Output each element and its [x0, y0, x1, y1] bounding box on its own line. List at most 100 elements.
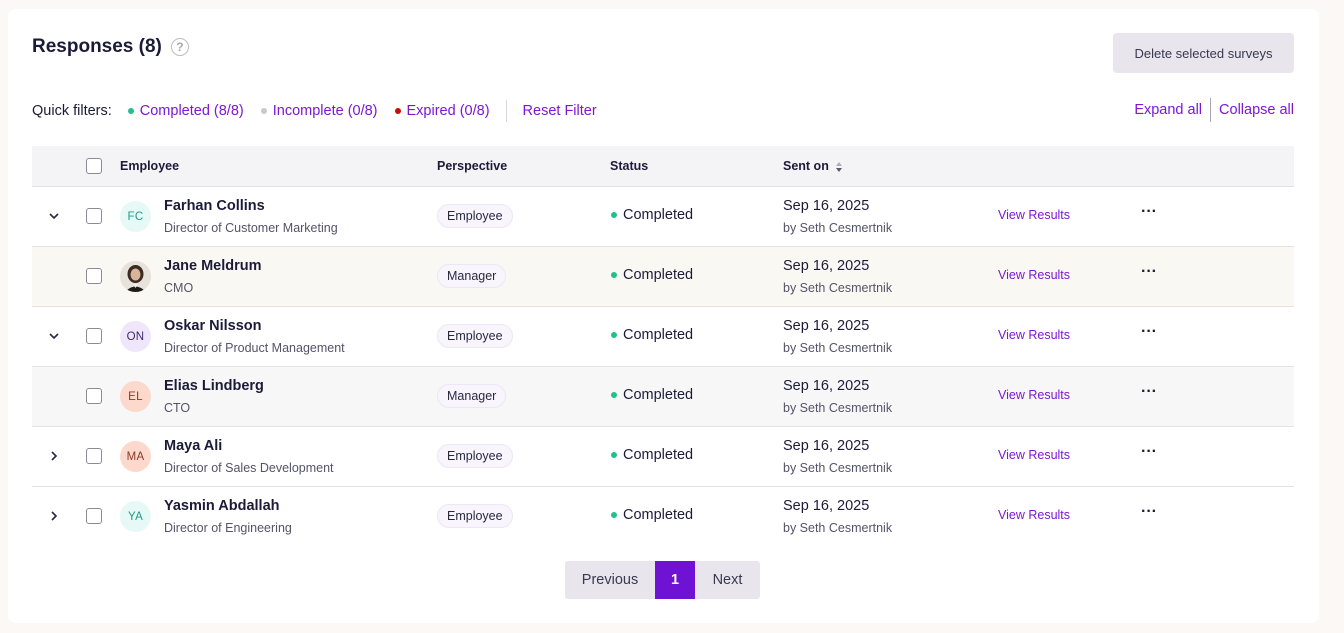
avatar: FC	[120, 201, 151, 232]
view-results-link[interactable]: View Results	[998, 268, 1070, 282]
status-dot-icon	[611, 272, 617, 278]
row-checkbox[interactable]	[86, 268, 102, 284]
sent-date: Sep 16, 2025	[783, 378, 870, 394]
employee-name: Yasmin Abdallah	[164, 498, 280, 514]
perspective-badge: Employee	[437, 504, 513, 528]
sent-date: Sep 16, 2025	[783, 318, 870, 334]
avatar: ON	[120, 321, 151, 352]
page-1-button[interactable]: 1	[655, 561, 695, 599]
chevron-right-icon[interactable]	[47, 509, 61, 523]
filter-expired[interactable]: Expired (0/8)	[394, 103, 490, 119]
status-dot-icon	[611, 212, 617, 218]
more-options-icon[interactable]: ···	[1140, 204, 1158, 224]
row-checkbox[interactable]	[86, 328, 102, 344]
status-dot-icon	[611, 392, 617, 398]
view-results-link[interactable]: View Results	[998, 388, 1070, 402]
view-results-link[interactable]: View Results	[998, 328, 1070, 342]
delete-selected-surveys-button[interactable]: Delete selected surveys	[1113, 33, 1294, 73]
employee-name: Farhan Collins	[164, 198, 265, 214]
sent-date: Sep 16, 2025	[783, 498, 870, 514]
filter-completed-label: Completed (8/8)	[139, 103, 244, 119]
avatar: YA	[120, 501, 151, 532]
status-text: Completed	[623, 267, 694, 283]
table-row[interactable]: MA Maya Ali Director of Sales Developmen…	[32, 427, 1294, 487]
status-badge: Completed	[611, 447, 693, 463]
column-status: Status	[610, 159, 649, 173]
next-page-button[interactable]: Next	[695, 561, 760, 599]
column-sent-on[interactable]: Sent on	[783, 159, 843, 173]
select-all-checkbox[interactable]	[86, 158, 102, 174]
view-results-link[interactable]: View Results	[998, 448, 1070, 462]
sort-icon	[835, 161, 842, 172]
sent-by: by Seth Cesmertnik	[783, 401, 893, 415]
sent-by: by Seth Cesmertnik	[783, 341, 893, 355]
employee-role: Director of Sales Development	[164, 461, 334, 475]
avatar: EL	[120, 381, 151, 412]
employee-role: Director of Product Management	[164, 341, 345, 355]
more-options-icon[interactable]: ···	[1140, 384, 1158, 404]
row-checkbox[interactable]	[86, 508, 102, 524]
page-title: Responses (8) ?	[32, 36, 189, 58]
quick-filters-label: Quick filters:	[32, 103, 112, 119]
pagination: Previous 1 Next	[565, 561, 760, 599]
view-results-link[interactable]: View Results	[998, 208, 1070, 222]
chevron-down-icon[interactable]	[47, 209, 61, 223]
filter-incomplete-label: Incomplete (0/8)	[272, 103, 378, 119]
perspective-badge: Employee	[437, 444, 513, 468]
sent-date: Sep 16, 2025	[783, 438, 870, 454]
status-dot-icon	[611, 452, 617, 458]
table-row[interactable]: EL Elias Lindberg CTO Manager Completed …	[32, 367, 1294, 427]
sent-by: by Seth Cesmertnik	[783, 521, 893, 535]
column-employee: Employee	[120, 159, 180, 173]
filter-incomplete[interactable]: Incomplete (0/8)	[260, 103, 378, 119]
table-row[interactable]: FC Farhan Collins Director of Customer M…	[32, 187, 1294, 247]
perspective-badge: Manager	[437, 264, 507, 288]
table-row[interactable]: Jane Meldrum CMO Manager Completed Sep 1…	[32, 247, 1294, 307]
status-text: Completed	[623, 507, 694, 523]
more-options-icon[interactable]: ···	[1140, 444, 1158, 464]
reset-filter-link[interactable]: Reset Filter	[523, 103, 597, 119]
sent-by: by Seth Cesmertnik	[783, 221, 893, 235]
avatar: MA	[120, 441, 151, 472]
chevron-down-icon[interactable]	[47, 329, 61, 343]
status-dot-icon	[611, 512, 617, 518]
expand-all-link[interactable]: Expand all	[1134, 102, 1202, 118]
status-badge: Completed	[611, 507, 693, 523]
more-options-icon[interactable]: ···	[1140, 324, 1158, 344]
status-dot-icon	[611, 332, 617, 338]
row-checkbox[interactable]	[86, 388, 102, 404]
chevron-right-icon[interactable]	[47, 449, 61, 463]
previous-page-button[interactable]: Previous	[565, 561, 655, 599]
responses-table: Employee Perspective Status Sent on FC F…	[32, 146, 1294, 547]
person-photo-icon	[120, 261, 151, 292]
employee-role: CMO	[164, 281, 194, 295]
collapse-all-link[interactable]: Collapse all	[1219, 102, 1294, 118]
more-options-icon[interactable]: ···	[1140, 504, 1158, 524]
status-badge: Completed	[611, 207, 693, 223]
row-checkbox[interactable]	[86, 208, 102, 224]
incomplete-dot-icon	[260, 108, 267, 114]
status-badge: Completed	[611, 387, 693, 403]
sent-date: Sep 16, 2025	[783, 198, 870, 214]
row-checkbox[interactable]	[86, 448, 102, 464]
avatar-photo	[120, 261, 151, 292]
status-badge: Completed	[611, 327, 693, 343]
view-results-link[interactable]: View Results	[998, 508, 1070, 522]
more-options-icon[interactable]: ···	[1140, 264, 1158, 284]
perspective-badge: Manager	[437, 384, 507, 408]
table-row[interactable]: ON Oskar Nilsson Director of Product Man…	[32, 307, 1294, 367]
title-text: Responses (8)	[32, 36, 162, 57]
sent-by: by Seth Cesmertnik	[783, 461, 893, 475]
question-circle-icon[interactable]: ?	[170, 38, 189, 56]
table-header: Employee Perspective Status Sent on	[32, 146, 1294, 187]
quick-filters: Quick filters: Completed (8/8) Incomplet…	[32, 100, 597, 122]
employee-role: Director of Engineering	[164, 521, 292, 535]
perspective-badge: Employee	[437, 204, 513, 228]
employee-name: Jane Meldrum	[164, 258, 262, 274]
table-row[interactable]: YA Yasmin Abdallah Director of Engineeri…	[32, 487, 1294, 547]
filter-completed[interactable]: Completed (8/8)	[127, 103, 244, 119]
employee-name: Maya Ali	[164, 438, 223, 454]
status-badge: Completed	[611, 267, 693, 283]
sent-by: by Seth Cesmertnik	[783, 281, 893, 295]
column-sent-on-label: Sent on	[783, 159, 829, 173]
